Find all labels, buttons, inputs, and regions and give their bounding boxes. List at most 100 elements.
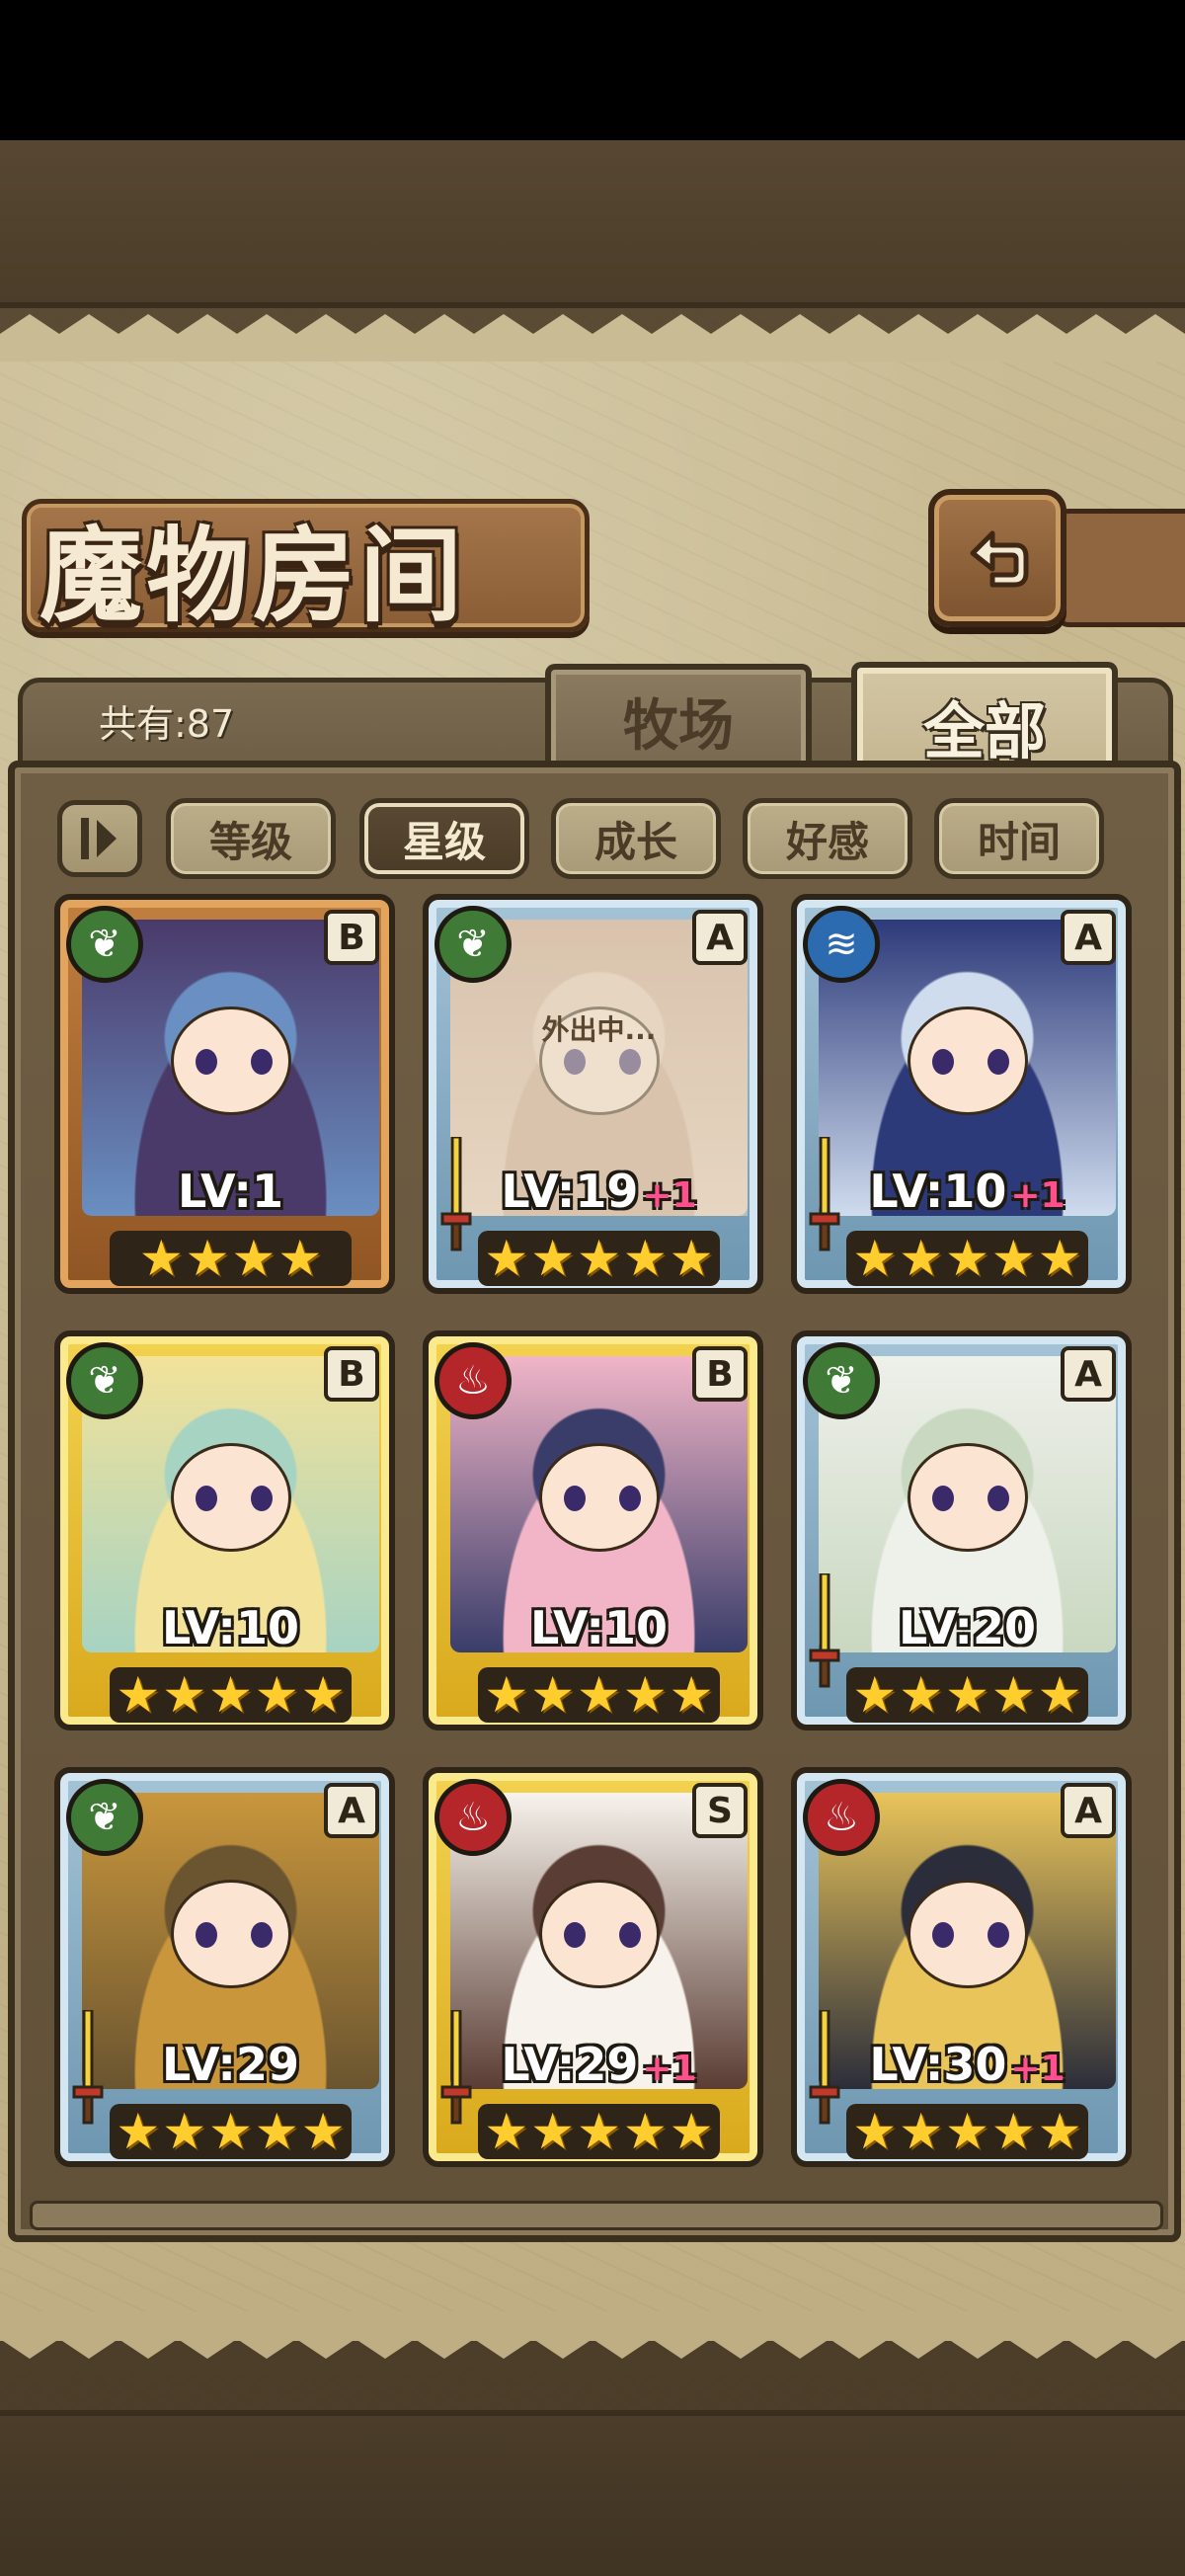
monster-face <box>908 1443 1028 1552</box>
monster-eyes <box>196 1922 273 1948</box>
monster-card[interactable]: ♨ S LV:29 +1 ★ ★ ★ ★ ★ <box>423 1767 763 2167</box>
monster-card[interactable]: ❦ A LV:20 ★ ★ ★ ★ ★ <box>791 1330 1132 1731</box>
rank-badge: B <box>324 910 379 965</box>
back-arrow-icon <box>970 530 1029 588</box>
away-status-label: 外出中... <box>541 1013 657 1046</box>
monster-card[interactable]: ❦ B LV:10 ★ ★ ★ ★ ★ <box>54 1330 395 1731</box>
back-button-rail <box>1057 509 1185 627</box>
monster-level: LV:30 +1 <box>797 2038 1126 2091</box>
star-rating: ★ ★ ★ ★ ★ <box>846 1231 1088 1286</box>
star-icon: ★ <box>852 2103 898 2160</box>
zigzag-border-top <box>0 314 1185 362</box>
level-value: LV:29 <box>162 2038 299 2091</box>
filter-label: 时间 <box>977 817 1061 866</box>
monster-level: LV:10 +1 <box>797 1165 1126 1218</box>
monster-card[interactable]: 外出中... ❦ A LV:19 +1 ★ ★ ★ ★ ★ <box>423 894 763 1294</box>
monster-face <box>908 1006 1028 1115</box>
leaf-element-icon: ❦ <box>66 1779 143 1856</box>
fire-element-icon: ♨ <box>434 1342 512 1419</box>
star-rating: ★ ★ ★ ★ ★ <box>478 1667 720 1723</box>
filter-label: 成长 <box>593 817 677 866</box>
page-title: 魔物房间 <box>40 515 467 636</box>
filter-star-button[interactable]: 星级 <box>359 798 529 879</box>
filter-growth-button[interactable]: 成长 <box>551 798 721 879</box>
monster-level: LV:29 +1 <box>429 2038 757 2091</box>
star-rating: ★ ★ ★ ★ <box>110 1231 352 1286</box>
monster-level: LV:10 <box>429 1601 757 1654</box>
monster-level: LV:20 <box>797 1601 1126 1654</box>
star-icon: ★ <box>577 2103 621 2160</box>
star-icon: ★ <box>300 1666 346 1724</box>
star-icon: ★ <box>162 2103 207 2160</box>
monster-card[interactable]: ❦ B LV:1 ★ ★ ★ ★ <box>54 894 395 1294</box>
filter-label: 等级 <box>208 817 292 866</box>
filter-level-button[interactable]: 等级 <box>166 798 336 879</box>
star-icon: ★ <box>116 1666 161 1724</box>
star-icon: ★ <box>484 2103 529 2160</box>
level-bonus: +1 <box>1010 1175 1066 1216</box>
tab-ranch-label: 牧场 <box>623 693 734 759</box>
star-icon: ★ <box>484 1666 529 1724</box>
monster-eyes <box>932 1049 1009 1075</box>
star-icon: ★ <box>945 1230 989 1287</box>
monster-face <box>539 1880 660 1988</box>
rank-badge: A <box>1061 1346 1116 1402</box>
sort-order-toggle[interactable] <box>57 800 142 877</box>
level-value: LV:30 <box>869 2038 1007 2091</box>
status-bar-area <box>0 0 1185 140</box>
tab-ranch[interactable]: 牧场 <box>545 664 812 772</box>
star-icon: ★ <box>577 1666 621 1724</box>
water-element-icon: ≋ <box>803 906 880 983</box>
star-icon: ★ <box>669 1666 714 1724</box>
star-icon: ★ <box>484 1230 529 1287</box>
leaf-element-icon: ❦ <box>66 906 143 983</box>
star-icon: ★ <box>530 1666 576 1724</box>
rank-badge: S <box>692 1783 748 1838</box>
level-value: LV:1 <box>178 1165 283 1218</box>
star-icon: ★ <box>669 2103 714 2160</box>
level-bonus: +1 <box>1010 2049 1066 2089</box>
star-icon: ★ <box>1037 1666 1082 1724</box>
monster-eyes <box>564 1486 641 1511</box>
star-icon: ★ <box>185 1230 230 1287</box>
star-icon: ★ <box>116 2103 161 2160</box>
monster-card[interactable]: ≋ A LV:10 +1 ★ ★ ★ ★ ★ <box>791 894 1132 1294</box>
star-icon: ★ <box>254 1666 299 1724</box>
star-rating: ★ ★ ★ ★ ★ <box>846 1667 1088 1723</box>
star-icon: ★ <box>300 2103 346 2160</box>
star-icon: ★ <box>231 1230 276 1287</box>
monster-eyes <box>196 1486 273 1511</box>
star-icon: ★ <box>852 1666 898 1724</box>
star-icon: ★ <box>990 1666 1036 1724</box>
star-icon: ★ <box>899 1230 944 1287</box>
monster-card[interactable]: ♨ B LV:10 ★ ★ ★ ★ ★ <box>423 1330 763 1731</box>
star-icon: ★ <box>622 1666 668 1724</box>
star-icon: ★ <box>945 1666 989 1724</box>
rank-badge: A <box>1061 1783 1116 1838</box>
filter-time-button[interactable]: 时间 <box>934 798 1104 879</box>
bottom-band <box>0 2410 1185 2576</box>
leaf-element-icon: ❦ <box>803 1342 880 1419</box>
monster-level: LV:10 <box>60 1601 389 1654</box>
monster-face <box>171 1006 291 1115</box>
rank-badge: B <box>324 1346 379 1402</box>
monster-card[interactable]: ❦ A LV:29 ★ ★ ★ ★ ★ <box>54 1767 395 2167</box>
level-value: LV:10 <box>162 1601 299 1654</box>
total-count: 共有:87 <box>99 702 235 746</box>
tab-all-label: 全部 <box>922 695 1046 767</box>
filter-affection-button[interactable]: 好感 <box>743 798 912 879</box>
star-icon: ★ <box>1037 2103 1082 2160</box>
star-icon: ★ <box>990 2103 1036 2160</box>
back-button[interactable] <box>928 489 1066 627</box>
zigzag-border-bottom <box>0 2311 1185 2359</box>
top-band <box>0 140 1185 308</box>
level-value: LV:20 <box>899 1601 1036 1654</box>
star-rating: ★ ★ ★ ★ ★ <box>110 2104 352 2159</box>
monster-card[interactable]: ♨ A LV:30 +1 ★ ★ ★ ★ ★ <box>791 1767 1132 2167</box>
rank-badge: A <box>692 910 748 965</box>
star-icon: ★ <box>945 2103 989 2160</box>
star-icon: ★ <box>1037 1230 1082 1287</box>
star-icon: ★ <box>990 1230 1036 1287</box>
star-rating: ★ ★ ★ ★ ★ <box>110 1667 352 1723</box>
monster-face <box>171 1880 291 1988</box>
